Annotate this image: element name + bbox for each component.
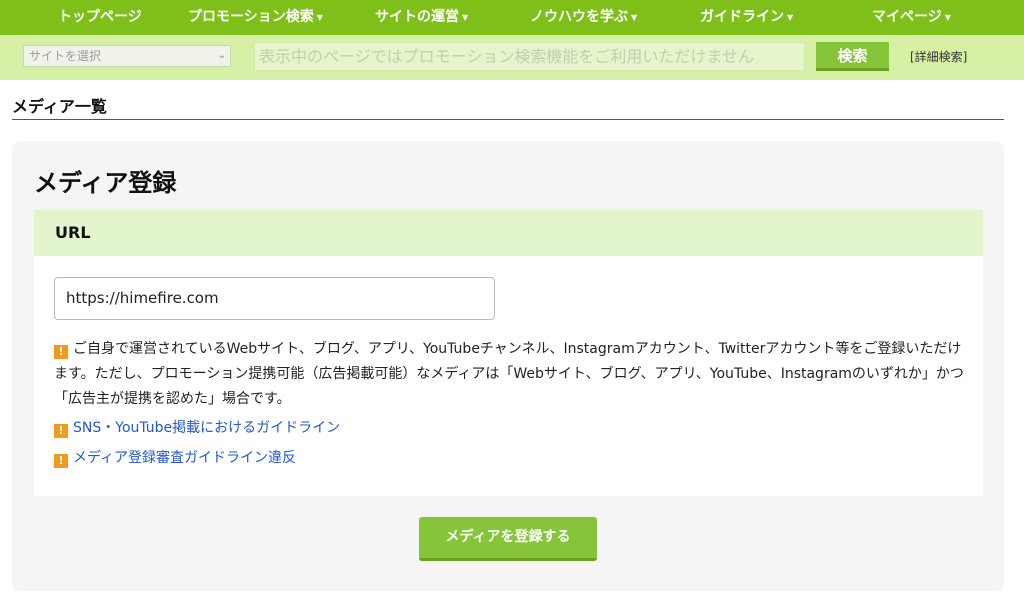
nav-item-label: トップページ bbox=[58, 9, 142, 25]
search-placeholder: 表示中のページではプロモーション検索機能をご利用いただけません bbox=[259, 47, 754, 66]
url-field[interactable]: https://himefire.com bbox=[54, 277, 495, 320]
warning-icon: ! bbox=[54, 424, 68, 438]
page-title: メディア一覧 bbox=[12, 97, 107, 116]
registration-note-text: ご自身で運営されているWebサイト、ブログ、アプリ、YouTubeチャンネル、I… bbox=[54, 341, 964, 407]
url-field-value: https://himefire.com bbox=[66, 289, 219, 307]
dropdown-caret-icon: ▼ bbox=[944, 13, 951, 22]
nav-item-promotion-search[interactable]: プロモーション検索 ▼ bbox=[188, 0, 323, 35]
dropdown-caret-icon: ▼ bbox=[631, 13, 638, 22]
nav-item-label: ガイドライン bbox=[700, 9, 784, 25]
nav-item-label: ノウハウを学ぶ bbox=[530, 9, 628, 25]
link-row-sns-guideline: ! SNS・YouTube掲載におけるガイドライン bbox=[54, 418, 340, 438]
nav-item-label: マイページ bbox=[872, 9, 942, 25]
nav-item-site-operation[interactable]: サイトの運営 ▼ bbox=[375, 0, 468, 35]
nav-item-my-page[interactable]: マイページ ▼ bbox=[872, 0, 951, 35]
sns-youtube-guideline-link[interactable]: SNS・YouTube掲載におけるガイドライン bbox=[73, 420, 340, 436]
link-row-review-guideline: ! メディア登録審査ガイドライン違反 bbox=[54, 448, 296, 468]
url-section-label: URL bbox=[55, 223, 91, 242]
nav-item-label: プロモーション検索 bbox=[188, 9, 314, 25]
advanced-search-link[interactable]: [詳細検索] bbox=[910, 48, 967, 65]
url-section-header: URL bbox=[34, 210, 983, 256]
url-section-body: https://himefire.com ! ご自身で運営されているWebサイト、… bbox=[34, 256, 983, 496]
top-nav: トップページ プロモーション検索 ▼ サイトの運営 ▼ ノウハウを学ぶ ▼ ガイドライ… bbox=[0, 0, 1024, 35]
nav-item-label: サイトの運営 bbox=[375, 9, 459, 25]
nav-item-guidelines[interactable]: ガイドライン ▼ bbox=[700, 0, 793, 35]
site-select-value: サイトを選択 bbox=[29, 49, 102, 63]
media-review-guideline-link[interactable]: メディア登録審査ガイドライン違反 bbox=[73, 450, 296, 466]
chevron-down-icon: ⌄ bbox=[217, 50, 226, 61]
search-button[interactable]: 検索 bbox=[816, 42, 889, 71]
dropdown-caret-icon: ▼ bbox=[787, 13, 794, 22]
nav-item-learn-knowhow[interactable]: ノウハウを学ぶ ▼ bbox=[530, 0, 637, 35]
heading-divider bbox=[12, 119, 1004, 120]
dropdown-caret-icon: ▼ bbox=[462, 13, 469, 22]
search-bar: サイトを選択 ⌄ 表示中のページではプロモーション検索機能をご利用いただけません… bbox=[0, 35, 1024, 80]
site-select[interactable]: サイトを選択 ⌄ bbox=[23, 45, 231, 67]
search-input[interactable]: 表示中のページではプロモーション検索機能をご利用いただけません bbox=[254, 42, 805, 71]
dropdown-caret-icon: ▼ bbox=[316, 13, 323, 22]
media-register-panel: メディア登録 URL https://himefire.com ! ご自身で運営さ… bbox=[12, 141, 1004, 591]
panel-title: メディア登録 bbox=[34, 169, 177, 197]
register-media-button[interactable]: メディアを登録する bbox=[419, 517, 597, 561]
registration-note: ! ご自身で運営されているWebサイト、ブログ、アプリ、YouTubeチャンネル、… bbox=[54, 337, 964, 412]
nav-item-top-page[interactable]: トップページ bbox=[58, 0, 142, 35]
warning-icon: ! bbox=[54, 345, 68, 359]
warning-icon: ! bbox=[54, 454, 68, 468]
